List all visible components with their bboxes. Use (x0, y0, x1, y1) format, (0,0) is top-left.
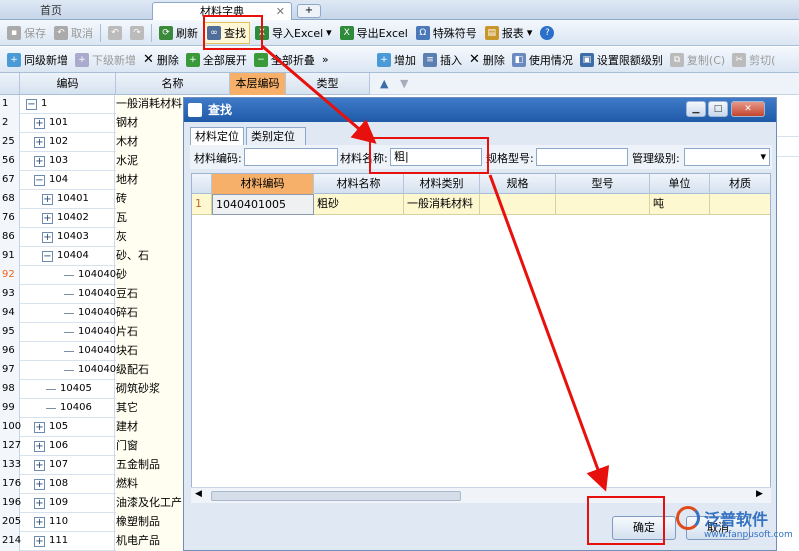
annotation-arrow-1 (261, 44, 377, 144)
annotation-arrows (261, 44, 610, 492)
annotation-arrow-2 (488, 174, 610, 492)
